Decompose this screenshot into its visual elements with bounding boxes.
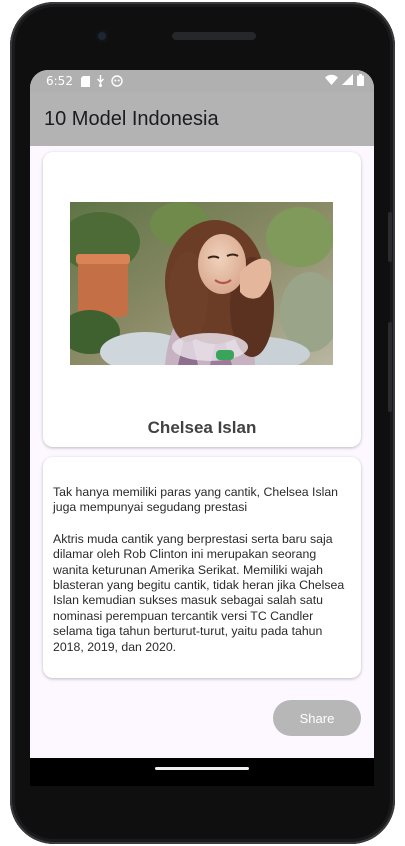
status-right-icons	[325, 73, 364, 89]
sd-card-icon	[80, 75, 90, 87]
profile-name: Chelsea Islan	[147, 418, 257, 437]
description-body: Aktris muda cantik yang berprestasi sert…	[53, 531, 345, 654]
profile-card: Chelsea Islan	[43, 152, 361, 447]
earpiece-speaker	[172, 32, 256, 40]
status-bar: 6:52	[30, 70, 374, 92]
status-time: 6:52	[46, 74, 73, 88]
app-screen: 6:52 10 Model Indonesia Chelsea Islan Ta…	[30, 70, 374, 758]
description-intro: Tak hanya memiliki paras yang cantik, Ch…	[53, 485, 339, 515]
battery-icon	[357, 73, 364, 89]
front-camera	[96, 30, 108, 42]
app-bar: 10 Model Indonesia	[30, 92, 374, 146]
usb-icon	[96, 75, 105, 87]
app-title: 10 Model Indonesia	[44, 107, 219, 130]
volume-button	[388, 322, 392, 412]
power-button	[388, 212, 392, 262]
share-button[interactable]: Share	[273, 700, 361, 736]
navigation-bar	[30, 758, 374, 786]
wifi-icon	[325, 74, 338, 88]
android-icon	[111, 75, 123, 87]
home-gesture-handle[interactable]	[155, 767, 249, 770]
signal-icon	[342, 74, 353, 88]
profile-photo	[70, 202, 333, 365]
description-card: Tak hanya memiliki paras yang cantik, Ch…	[43, 457, 361, 678]
